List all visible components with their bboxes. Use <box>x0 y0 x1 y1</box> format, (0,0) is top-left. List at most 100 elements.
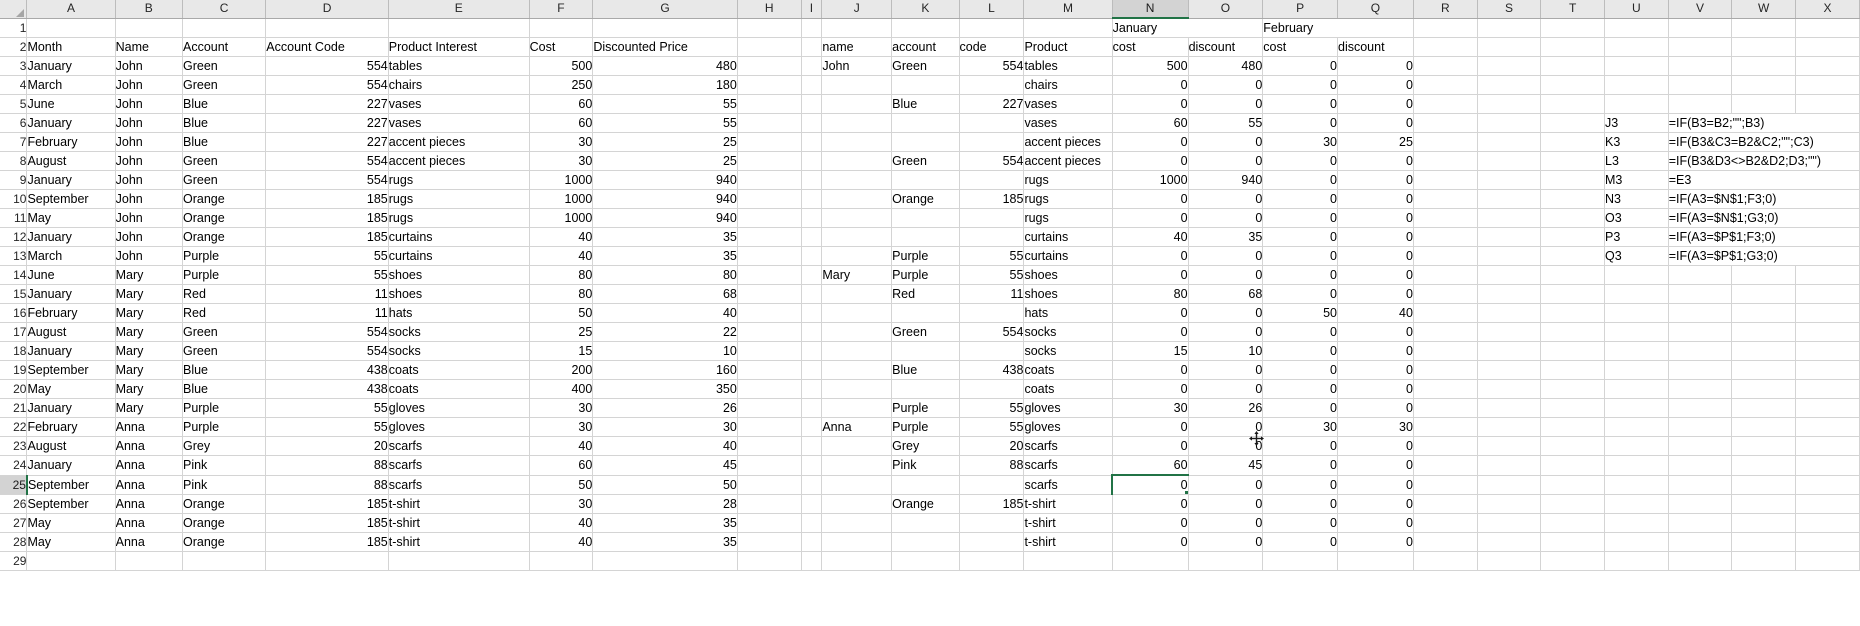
right-cell-P20[interactable]: 0 <box>1262 379 1338 399</box>
right-cell-O21[interactable]: 26 <box>1188 398 1264 418</box>
right-cell-M21[interactable]: gloves <box>1023 398 1113 418</box>
row-header-18[interactable]: 18 <box>0 341 28 361</box>
right-cell-N24[interactable]: 60 <box>1112 455 1189 476</box>
right-cell-J22[interactable]: Anna <box>821 417 893 437</box>
right-cell-N16[interactable]: 0 <box>1112 303 1189 323</box>
left-cell-F10[interactable]: 1000 <box>529 189 594 209</box>
left-cell-E20[interactable]: coats <box>388 379 530 399</box>
right-cell-L15[interactable]: 11 <box>959 284 1025 304</box>
right-cell-M4[interactable]: chairs <box>1023 75 1113 95</box>
empty-cell[interactable] <box>1540 494 1605 514</box>
empty-cell[interactable] <box>1477 398 1542 418</box>
empty-cell[interactable] <box>1413 322 1478 342</box>
column-header-i[interactable]: I <box>801 0 823 19</box>
left-cell-G28[interactable]: 35 <box>592 532 738 552</box>
row-header-29[interactable]: 29 <box>0 551 28 571</box>
left-cell-C25[interactable]: Pink <box>182 475 267 495</box>
right-cell-K14[interactable]: Purple <box>891 265 960 285</box>
right-cell-M22[interactable]: gloves <box>1023 417 1113 437</box>
formula-text-K3[interactable]: =IF(B3&C3=B2&C2;"";C3) <box>1668 132 1860 152</box>
right-cell-J15[interactable] <box>821 284 893 304</box>
left-cell-E21[interactable]: gloves <box>388 398 530 418</box>
right-cell-L23[interactable]: 20 <box>959 436 1025 456</box>
empty-cell[interactable] <box>737 170 802 190</box>
empty-cell[interactable] <box>1795 37 1860 57</box>
empty-cell[interactable] <box>737 455 802 476</box>
right-cell-P28[interactable]: 0 <box>1262 532 1338 552</box>
empty-cell[interactable] <box>1668 455 1733 476</box>
left-cell-C3[interactable]: Green <box>182 56 267 76</box>
left-cell-D5[interactable]: 227 <box>265 94 389 114</box>
empty-cell[interactable] <box>1795 360 1860 380</box>
column-i-spacer[interactable] <box>801 379 823 399</box>
right-cell-O18[interactable]: 10 <box>1188 341 1264 361</box>
left-cell-D29[interactable] <box>265 551 389 571</box>
left-cell-B5[interactable]: John <box>115 94 183 114</box>
left-cell-G20[interactable]: 350 <box>592 379 738 399</box>
left-cell-G22[interactable]: 30 <box>592 417 738 437</box>
right-cell-N9[interactable]: 1000 <box>1112 170 1189 190</box>
right-cell-J13[interactable] <box>821 246 893 266</box>
right-cell-Q14[interactable]: 0 <box>1337 265 1414 285</box>
right-cell-Q7[interactable]: 25 <box>1337 132 1414 152</box>
left-cell-A13[interactable]: March <box>26 246 116 266</box>
right-cell-O27[interactable]: 0 <box>1188 513 1264 533</box>
right-cell-M29[interactable] <box>1023 551 1113 571</box>
right-cell-N14[interactable]: 0 <box>1112 265 1189 285</box>
right-cell-N17[interactable]: 0 <box>1112 322 1189 342</box>
left-cell-F19[interactable]: 200 <box>529 360 594 380</box>
right-cell-M25[interactable]: scarfs <box>1023 475 1113 495</box>
left-cell-F22[interactable]: 30 <box>529 417 594 437</box>
right-cell-J20[interactable] <box>821 379 893 399</box>
column-header-f[interactable]: F <box>529 0 594 19</box>
left-cell-A3[interactable]: January <box>26 56 116 76</box>
left-cell-A15[interactable]: January <box>26 284 116 304</box>
empty-cell[interactable] <box>1477 227 1542 247</box>
left-cell-C6[interactable]: Blue <box>182 113 267 133</box>
row-header-4[interactable]: 4 <box>0 75 28 95</box>
row-header-9[interactable]: 9 <box>0 170 28 190</box>
left-cell-G12[interactable]: 35 <box>592 227 738 247</box>
right-cell-L25[interactable] <box>959 475 1025 495</box>
left-cell-D24[interactable]: 88 <box>265 455 389 476</box>
left-cell-C11[interactable]: Orange <box>182 208 267 228</box>
right-cell-P8[interactable]: 0 <box>1262 151 1338 171</box>
empty-cell[interactable] <box>1795 475 1860 495</box>
column-header-p[interactable]: P <box>1262 0 1338 19</box>
right-cell-P21[interactable]: 0 <box>1262 398 1338 418</box>
right-cell-P18[interactable]: 0 <box>1262 341 1338 361</box>
right-cell-Q28[interactable]: 0 <box>1337 532 1414 552</box>
left-cell-G24[interactable]: 45 <box>592 455 738 476</box>
empty-cell[interactable] <box>1668 303 1733 323</box>
right-cell-P24[interactable]: 0 <box>1262 455 1338 476</box>
left-cell-A25[interactable]: September <box>26 475 116 495</box>
column-i-spacer[interactable] <box>801 284 823 304</box>
column-header-r[interactable]: R <box>1413 0 1478 19</box>
right-cell-J26[interactable] <box>821 494 893 514</box>
empty-cell[interactable] <box>1604 379 1669 399</box>
right-cell-M3[interactable]: tables <box>1023 56 1113 76</box>
right-cell-O24[interactable]: 45 <box>1188 455 1264 476</box>
empty-cell[interactable] <box>1604 551 1669 571</box>
right-cell-J5[interactable] <box>821 94 893 114</box>
left-header-4[interactable]: Product Interest <box>388 37 530 57</box>
left-cell-G17[interactable]: 22 <box>592 322 738 342</box>
right-cell-K12[interactable] <box>891 227 960 247</box>
right-cell-P13[interactable]: 0 <box>1262 246 1338 266</box>
left-cell-E22[interactable]: gloves <box>388 417 530 437</box>
left-cell-C15[interactable]: Red <box>182 284 267 304</box>
empty-cell[interactable] <box>1668 322 1733 342</box>
left-cell-E9[interactable]: rugs <box>388 170 530 190</box>
empty-cell[interactable] <box>1413 417 1478 437</box>
left-cell-D3[interactable]: 554 <box>265 56 389 76</box>
right-cell-P15[interactable]: 0 <box>1262 284 1338 304</box>
left-cell-E16[interactable]: hats <box>388 303 530 323</box>
left-cell-F28[interactable]: 40 <box>529 532 594 552</box>
empty-cell[interactable] <box>1795 398 1860 418</box>
empty-cell[interactable] <box>1731 94 1797 114</box>
right-header-0[interactable]: name <box>821 37 893 57</box>
empty-cell[interactable] <box>1477 18 1542 38</box>
empty-cell[interactable] <box>1477 170 1542 190</box>
right-cell-N6[interactable]: 60 <box>1112 113 1189 133</box>
empty-cell[interactable] <box>1795 18 1860 38</box>
